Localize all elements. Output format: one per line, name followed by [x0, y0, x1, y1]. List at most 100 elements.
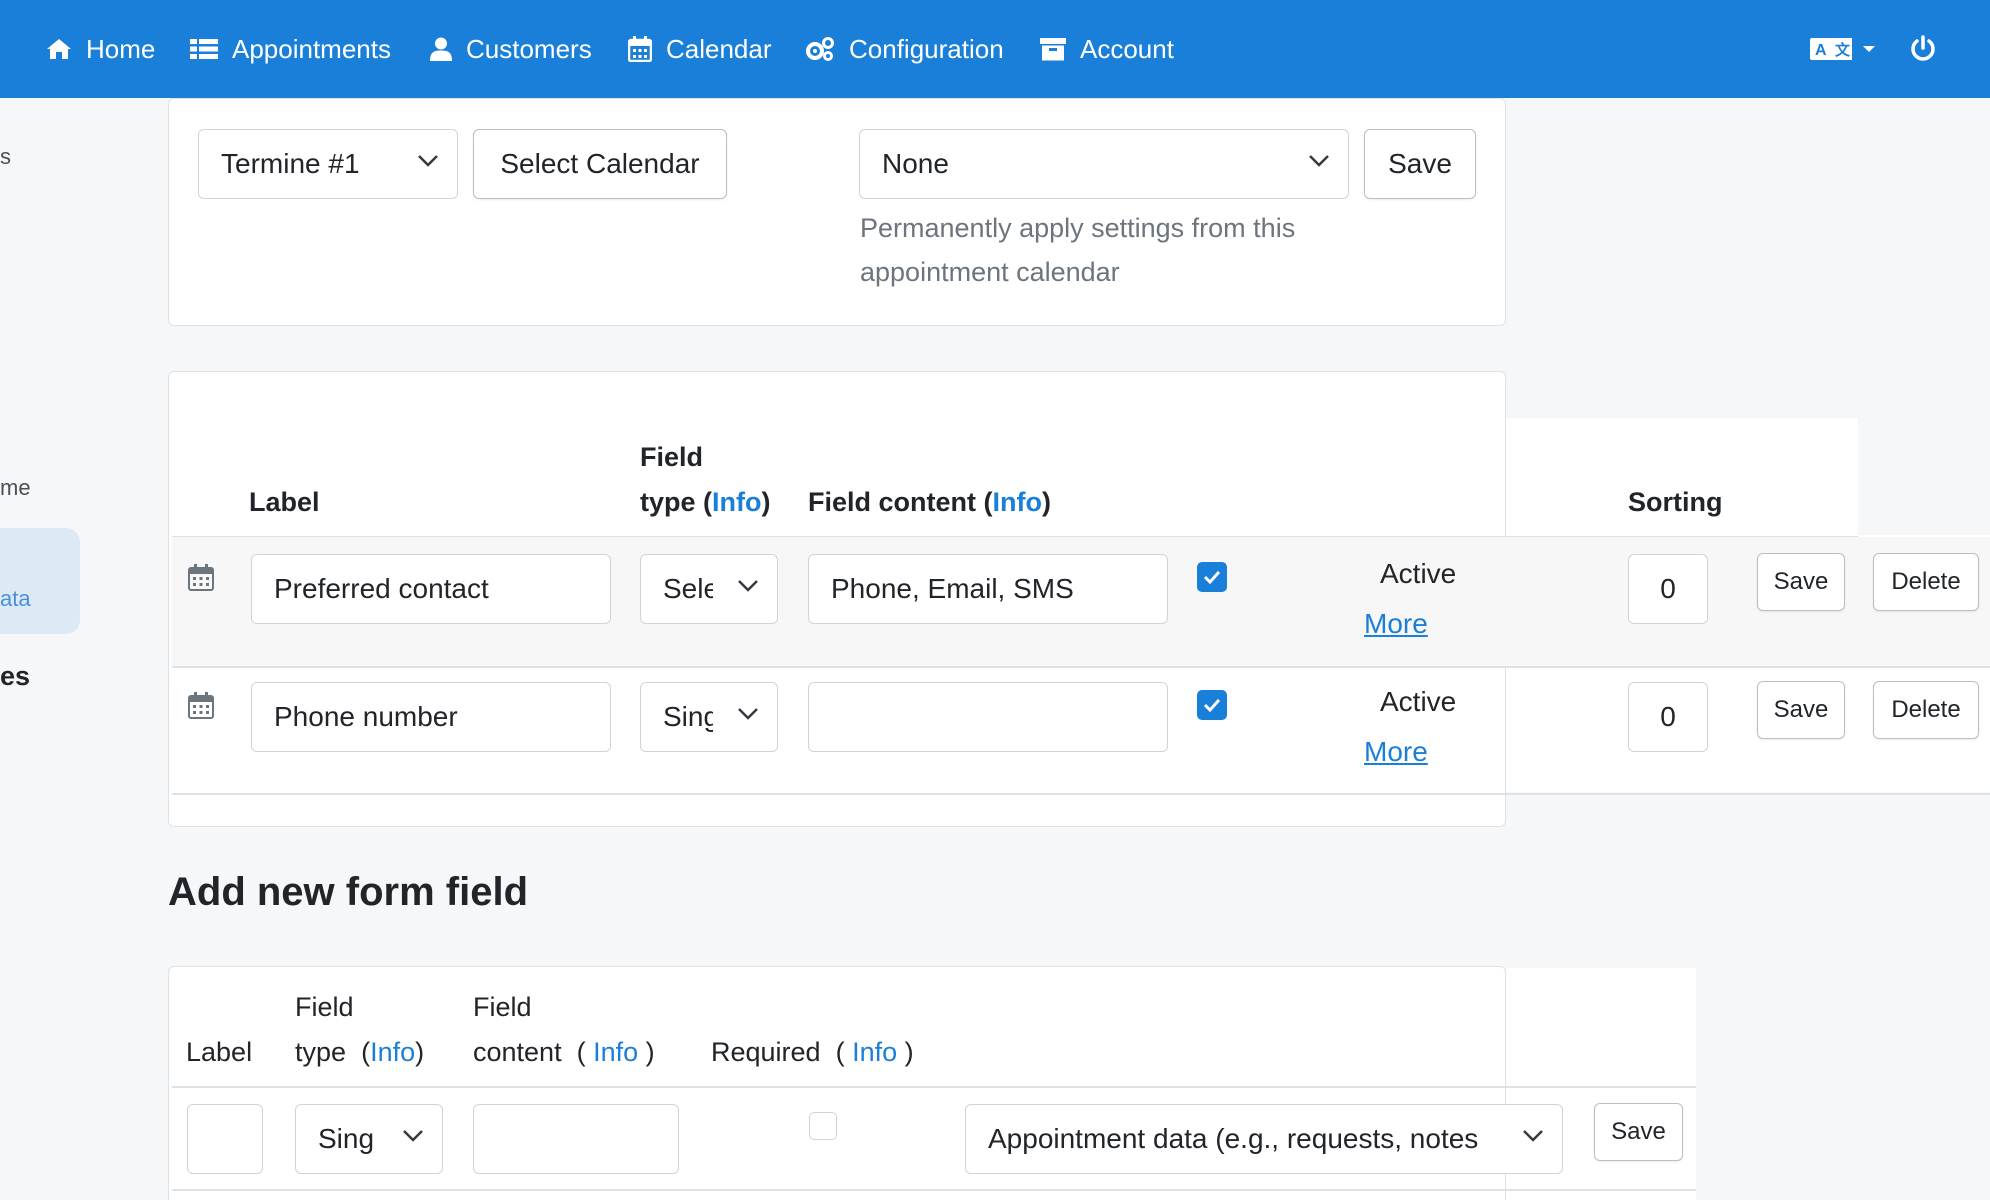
sidebar-item-fragment-2[interactable]: me	[0, 475, 31, 501]
calendar-select[interactable]: Termine #1	[198, 129, 458, 199]
chevron-down-icon	[738, 580, 758, 592]
save-template-button[interactable]: Save	[1364, 129, 1476, 199]
chevron-down-icon	[418, 155, 438, 167]
active-checkbox[interactable]	[1197, 690, 1227, 720]
field-type-value: Sing	[663, 701, 713, 732]
add-header-required-text: Required	[711, 1037, 821, 1067]
add-header-field-2: Field	[473, 992, 532, 1022]
sorting-input[interactable]: 0	[1628, 554, 1708, 624]
add-content-info-link[interactable]: Info	[593, 1037, 638, 1067]
field-type-info-link[interactable]: Info	[712, 487, 761, 517]
new-field-required-checkbox[interactable]	[809, 1112, 837, 1140]
chevron-down-icon	[738, 708, 758, 720]
sidebar-item-fragment-1[interactable]: s	[0, 144, 11, 170]
home-icon	[47, 39, 71, 59]
cogs-icon	[806, 37, 834, 61]
nav-calendar[interactable]: Calendar	[628, 0, 772, 98]
archive-icon	[1040, 38, 1066, 61]
list-icon	[190, 39, 218, 59]
nav-customers-label: Customers	[466, 33, 592, 64]
nav-configuration-label: Configuration	[849, 33, 1004, 64]
column-header-label: Label	[249, 487, 320, 517]
add-header-field-type: type (Info)	[295, 1030, 424, 1074]
field-content-close-paren: )	[1041, 487, 1051, 517]
nav-account-label: Account	[1080, 33, 1174, 64]
language-dropdown[interactable]: A文	[1810, 0, 1876, 98]
add-header-type-text: type	[295, 1037, 347, 1067]
add-header-divider	[172, 1086, 1696, 1088]
new-field-content-input[interactable]	[473, 1104, 679, 1174]
nav-customers[interactable]: Customers	[430, 0, 592, 98]
check-icon	[1203, 698, 1221, 712]
add-header-label: Label	[186, 1037, 253, 1067]
row-divider	[172, 666, 1990, 668]
active-checkbox[interactable]	[1197, 562, 1227, 592]
column-header-sorting: Sorting	[1628, 487, 1723, 517]
power-icon	[1911, 35, 1935, 61]
template-calendar-value: None	[882, 148, 949, 179]
delete-field-button[interactable]: Delete	[1873, 681, 1979, 739]
active-label: Active	[1380, 686, 1457, 717]
nav-home[interactable]: Home	[46, 0, 155, 98]
add-header-type-close-paren: )	[415, 1037, 425, 1067]
field-label-input[interactable]: Preferred contact	[251, 554, 611, 624]
sidebar-item-active[interactable]	[0, 528, 80, 634]
nav-appointments[interactable]: Appointments	[190, 0, 391, 98]
field-type-text: type (	[640, 487, 713, 517]
active-label: Active	[1380, 558, 1457, 589]
user-icon	[430, 37, 452, 61]
top-navbar: Home Appointments Customers Calendar Con…	[0, 0, 1990, 98]
field-content-input[interactable]: Phone, Email, SMS	[808, 554, 1168, 624]
nav-account[interactable]: Account	[1040, 0, 1174, 98]
save-field-button[interactable]: Save	[1757, 681, 1845, 739]
field-content-text: Field content (	[808, 487, 993, 517]
nav-appointments-label: Appointments	[232, 33, 391, 64]
row-divider	[172, 793, 1990, 795]
add-header-required-open-paren: (	[835, 1037, 845, 1067]
new-field-type-select[interactable]: Sing	[295, 1104, 443, 1174]
field-content-info-link[interactable]: Info	[993, 487, 1042, 517]
logout-button[interactable]	[1910, 0, 1936, 98]
field-type-value: Sele	[663, 573, 713, 604]
sidebar-section-heading: es	[0, 661, 31, 691]
save-field-button[interactable]: Save	[1757, 553, 1845, 611]
chevron-down-icon	[403, 1130, 423, 1142]
template-help-text: Permanently apply settings from this app…	[860, 213, 1296, 287]
delete-field-button[interactable]: Delete	[1873, 553, 1979, 611]
chevron-down-icon	[1309, 155, 1329, 167]
new-field-category-value: Appointment data (e.g., requests, notes	[988, 1123, 1479, 1154]
more-link[interactable]: More	[1364, 608, 1428, 640]
nav-configuration[interactable]: Configuration	[805, 0, 1004, 98]
select-calendar-button[interactable]: Select Calendar	[473, 129, 727, 199]
add-header-field: Field	[295, 992, 354, 1022]
column-header-field-type: type (Info)	[640, 480, 771, 524]
calendar-icon	[188, 692, 214, 719]
field-content-input[interactable]	[808, 682, 1168, 752]
field-type-select[interactable]: Sing	[640, 682, 778, 752]
column-header-field-type-line1: Field	[640, 442, 704, 472]
add-type-info-link[interactable]: Info	[370, 1037, 415, 1067]
new-field-type-value: Sing	[318, 1123, 375, 1154]
add-required-info-link[interactable]: Info	[852, 1037, 897, 1067]
add-field-title: Add new form field	[168, 870, 528, 914]
field-type-close-paren: )	[761, 487, 771, 517]
add-header-content-close-paren: )	[645, 1037, 655, 1067]
svg-text:文: 文	[1835, 41, 1851, 59]
caret-down-icon	[1863, 46, 1875, 52]
add-field-save-button[interactable]: Save	[1594, 1103, 1683, 1161]
field-type-select[interactable]: Sele	[640, 554, 778, 624]
new-field-label-input[interactable]	[187, 1104, 263, 1174]
language-icon: A文	[1810, 38, 1852, 60]
add-header-required: Required ( Info )	[711, 1030, 914, 1074]
new-field-category-select[interactable]: Appointment data (e.g., requests, notes	[965, 1104, 1563, 1174]
nav-calendar-label: Calendar	[666, 33, 772, 64]
add-header-required-close-paren: )	[904, 1037, 914, 1067]
field-label-input[interactable]: Phone number	[251, 682, 611, 752]
column-header-field-content: Field content (Info)	[808, 480, 1051, 524]
chevron-down-icon	[1523, 1130, 1543, 1142]
sorting-input[interactable]: 0	[1628, 682, 1708, 752]
template-calendar-select[interactable]: None	[859, 129, 1349, 199]
more-link[interactable]: More	[1364, 736, 1428, 768]
add-header-content-text: content	[473, 1037, 562, 1067]
add-header-content-open-paren: (	[576, 1037, 586, 1067]
